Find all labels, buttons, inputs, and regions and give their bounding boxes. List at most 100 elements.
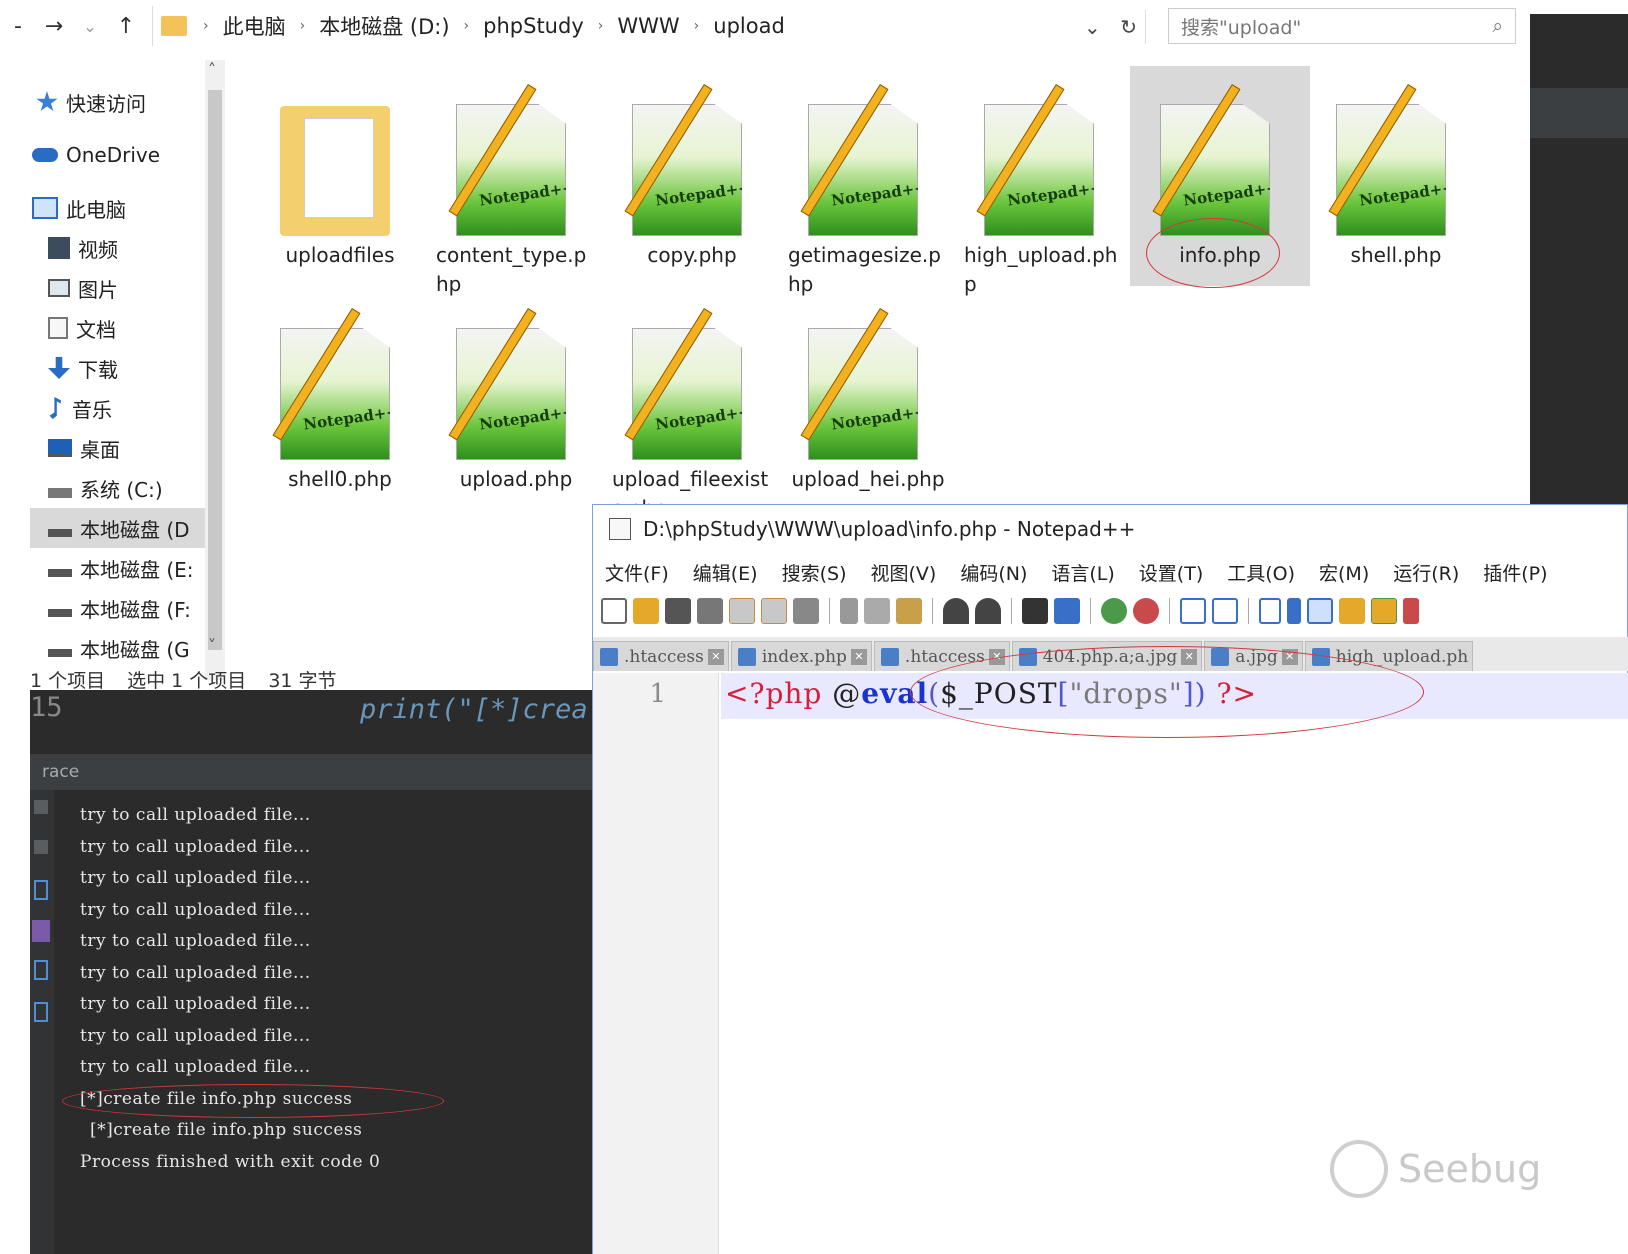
toolbar-separator — [829, 598, 830, 624]
toolbar-separator — [932, 598, 933, 624]
stop-icon[interactable] — [34, 840, 48, 854]
scrollbar-thumb[interactable] — [208, 90, 222, 650]
breadcrumb-phpstudy[interactable]: phpStudy — [483, 14, 584, 38]
notepad-file-icon: Notepad++ — [976, 84, 1114, 236]
refresh-button[interactable]: ↻ — [1120, 15, 1137, 39]
search-icon[interactable]: ⌕ — [1492, 15, 1503, 37]
folder-icon — [161, 16, 187, 36]
item-count: 1 个项目 — [30, 669, 106, 692]
sidebar-item-drive-g[interactable]: 本地磁盘 (G — [48, 628, 205, 668]
replace-icon[interactable] — [1054, 598, 1080, 624]
document-icon — [48, 317, 68, 339]
close-tab-icon[interactable]: ✕ — [707, 648, 724, 665]
menu-item[interactable]: 搜索(S) — [782, 559, 847, 586]
scroll-down-arrow[interactable]: ˅ — [208, 636, 216, 655]
window-title-bar[interactable]: D:\phpStudy\WWW\upload\info.php - Notepa… — [593, 505, 1628, 553]
saved-file-icon — [737, 647, 756, 666]
search-input[interactable]: 搜索"upload" ⌕ — [1168, 8, 1516, 44]
file-item[interactable]: Notepad++ upload.php — [426, 290, 606, 510]
zoom-out-icon[interactable] — [1133, 598, 1159, 624]
menu-bar: 文件(F) 编辑(E) 搜索(S) 视图(V) 编码(N) 语言(L) 设置(T) 工具(O)… — [593, 555, 1628, 589]
close-tab-icon[interactable]: ✕ — [850, 648, 867, 665]
file-item[interactable]: Notepad++ copy.php — [602, 66, 782, 286]
sync-vertical-icon[interactable] — [1180, 598, 1206, 624]
close-icon[interactable] — [729, 598, 755, 624]
breadcrumb-www[interactable]: WWW — [617, 14, 679, 38]
print-icon[interactable] — [34, 960, 48, 980]
scroll-to-end-icon[interactable] — [32, 920, 50, 942]
save-icon[interactable] — [665, 598, 691, 624]
sync-horizontal-icon[interactable] — [1212, 598, 1238, 624]
toolbar-separator — [1248, 598, 1249, 624]
udl-icon[interactable] — [1339, 598, 1365, 624]
show-all-chars-icon[interactable] — [1287, 598, 1301, 624]
menu-item[interactable]: 宏(M) — [1319, 559, 1369, 586]
redo-icon[interactable] — [975, 598, 1001, 624]
console-line: try to call uploaded file... — [80, 836, 311, 857]
doc-map-icon[interactable] — [1371, 598, 1397, 624]
toolbar-separator — [1169, 598, 1170, 624]
code-editor[interactable]: 15 print("[*]crea — [30, 690, 596, 752]
zoom-in-icon[interactable] — [1101, 598, 1127, 624]
breadcrumb-this-pc[interactable]: 此电脑 — [223, 11, 286, 41]
menu-item[interactable]: 视图(V) — [871, 559, 937, 586]
notepad-logo-text: Notepad++ — [654, 178, 752, 210]
sidebar-item-drive-d[interactable]: 本地磁盘 (D — [30, 508, 205, 548]
address-dropdown-button[interactable]: ⌄ — [1084, 15, 1101, 39]
recent-locations-dropdown[interactable]: ⌄ — [72, 17, 108, 36]
new-file-icon[interactable] — [601, 598, 627, 624]
notepad-file-icon: Notepad++ — [624, 84, 762, 236]
console-output[interactable]: try to call uploaded file... try to call … — [80, 800, 590, 1178]
file-item[interactable]: Notepad++ high_upload.php — [954, 66, 1134, 296]
file-item[interactable]: Notepad++upload_fileexists.php — [602, 290, 782, 520]
menu-item[interactable]: 设置(T) — [1139, 559, 1203, 586]
file-item[interactable]: Notepad++ shell.php — [1306, 66, 1486, 286]
address-bar[interactable]: › 此电脑 › 本地磁盘 (D:) › phpStudy › WWW › upl… — [152, 6, 1132, 46]
function-list-icon[interactable] — [1403, 598, 1419, 624]
menu-item[interactable]: 编辑(E) — [693, 559, 758, 586]
breadcrumb-upload[interactable]: upload — [713, 14, 785, 38]
sidebar-item-label: 桌面 — [80, 437, 120, 462]
file-item[interactable]: Notepad++ getimagesize.php — [778, 66, 958, 296]
trash-icon[interactable] — [34, 1002, 48, 1022]
close-all-icon[interactable] — [761, 598, 787, 624]
paste-icon[interactable] — [896, 598, 922, 624]
file-item[interactable]: Notepad++ content_type.php — [426, 66, 606, 296]
error-suppress-operator: @ — [832, 677, 862, 710]
toolbar — [601, 591, 1628, 631]
scroll-up-arrow[interactable]: ˄ — [208, 60, 216, 79]
save-all-icon[interactable] — [697, 598, 723, 624]
document-tab[interactable]: index.php ✕ — [730, 641, 872, 671]
file-item[interactable]: Notepad++ shell0.php — [250, 290, 430, 510]
document-tab[interactable]: .htaccess ✕ — [593, 641, 729, 671]
forward-button[interactable]: → — [36, 14, 72, 39]
menu-item[interactable]: 语言(L) — [1051, 559, 1114, 586]
indent-guide-icon[interactable] — [1307, 598, 1333, 624]
menu-item[interactable]: 文件(F) — [605, 559, 669, 586]
notepad-file-icon: Notepad++ — [448, 308, 586, 460]
sidebar-item-drive-f[interactable]: 本地磁盘 (F: — [48, 588, 205, 628]
sidebar-item-label: 文档 — [76, 317, 116, 342]
open-file-icon[interactable] — [633, 598, 659, 624]
undo-icon[interactable] — [943, 598, 969, 624]
notepad-file-icon: Notepad++ — [800, 308, 938, 460]
menu-item[interactable]: 运行(R) — [1393, 559, 1459, 586]
wrap-icon[interactable] — [34, 880, 48, 900]
copy-icon[interactable] — [864, 598, 890, 624]
menu-item[interactable]: 编码(N) — [960, 559, 1027, 586]
rerun-icon[interactable] — [34, 800, 48, 814]
file-item[interactable]: uploadfiles — [250, 66, 430, 286]
sidebar-item-drive-e[interactable]: 本地磁盘 (E: — [48, 548, 205, 588]
word-wrap-icon[interactable] — [1259, 598, 1281, 624]
back-button[interactable]: - — [0, 14, 36, 39]
navigation-scrollbar[interactable]: ˄ ˅ — [205, 60, 225, 680]
breadcrumb-drive-d[interactable]: 本地磁盘 (D:) — [319, 11, 449, 41]
run-panel-title[interactable]: race — [42, 762, 79, 782]
cut-icon[interactable] — [840, 598, 858, 624]
menu-item[interactable]: 工具(O) — [1227, 559, 1295, 586]
print-icon[interactable] — [793, 598, 819, 624]
file-item[interactable]: Notepad++ upload_hei.php — [778, 290, 958, 510]
up-button[interactable]: ↑ — [108, 14, 144, 39]
find-icon[interactable] — [1022, 598, 1048, 624]
menu-item[interactable]: 插件(P) — [1483, 559, 1547, 586]
